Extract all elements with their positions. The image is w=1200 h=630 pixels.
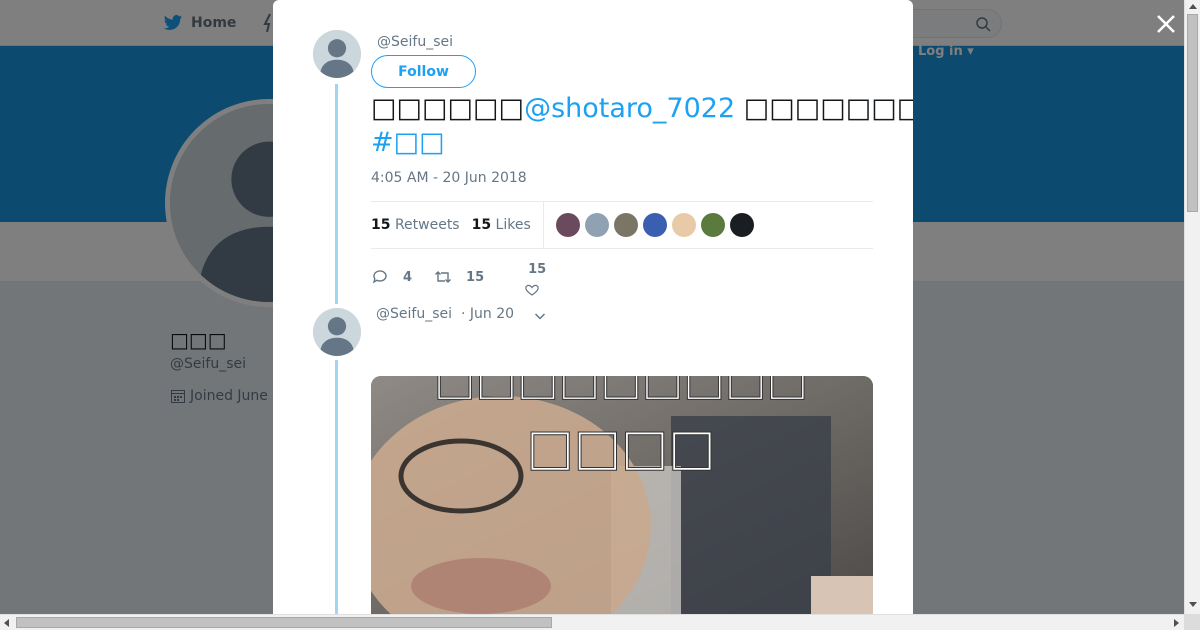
tweet-text-prefix: □□□□□□ xyxy=(371,93,525,124)
scroll-down-arrow-icon[interactable] xyxy=(1189,602,1197,607)
horizontal-scrollbar[interactable] xyxy=(0,614,1184,630)
tweet-stats: 15 Retweets 15 Likes xyxy=(371,201,873,249)
liker-avatar[interactable] xyxy=(700,213,725,237)
like-action[interactable]: 15 xyxy=(525,260,558,296)
retweet-icon xyxy=(435,271,452,283)
tweet-media-image[interactable]: □□□□□□□□□ □□□□ xyxy=(371,376,873,614)
chevron-down-icon[interactable] xyxy=(534,310,546,322)
thread-line xyxy=(335,360,338,614)
tweet-modal: @Seifu_sei Follow □□□□□□@shotaro_7022 □□… xyxy=(273,0,913,614)
hashtag-link[interactable]: #□□ xyxy=(371,127,445,158)
retweet-action[interactable]: 15 xyxy=(434,268,484,286)
stats-divider xyxy=(542,202,544,248)
scroll-left-arrow-icon[interactable] xyxy=(4,619,9,627)
likes-stat[interactable]: 15 Likes xyxy=(472,217,531,233)
vertical-scrollbar[interactable] xyxy=(1184,0,1200,614)
vertical-scroll-thumb[interactable] xyxy=(1187,14,1198,212)
tweet-author-avatar[interactable] xyxy=(313,30,361,78)
scroll-right-arrow-icon[interactable] xyxy=(1174,619,1179,627)
follow-button[interactable]: Follow xyxy=(371,55,476,88)
liker-avatar[interactable] xyxy=(729,213,754,237)
video-frame-image: □□□□□□□□□ □□□□ xyxy=(371,376,873,614)
tweet-author-handle[interactable]: @Seifu_sei xyxy=(377,34,453,50)
retweets-stat[interactable]: 15 Retweets xyxy=(371,217,460,233)
heart-icon xyxy=(525,284,539,296)
video-caption-top: □□□□□□□□□ xyxy=(434,376,808,405)
reply-icon xyxy=(372,270,387,284)
tweet-text-body: □□□□□□□□□□□□□□□□□□□□□□□□□□□□□□□□□□□□□□□□… xyxy=(743,93,913,124)
reply-action[interactable]: 4 xyxy=(371,268,412,286)
mention-link[interactable]: @shotaro_7022 xyxy=(524,93,735,124)
likes-label: Likes xyxy=(495,217,531,233)
liker-avatar[interactable] xyxy=(671,213,696,237)
default-avatar-icon xyxy=(313,30,361,78)
retweets-label: Retweets xyxy=(394,217,460,233)
reply-count: 4 xyxy=(403,269,413,285)
reply-author-avatar[interactable] xyxy=(313,308,361,356)
liker-avatar[interactable] xyxy=(613,213,638,237)
tweet-timestamp[interactable]: 4:05 AM - 20 Jun 2018 xyxy=(371,170,527,186)
like-count: 15 xyxy=(528,262,547,277)
horizontal-scroll-thumb[interactable] xyxy=(16,617,552,628)
liker-avatar[interactable] xyxy=(555,213,580,237)
liker-avatar[interactable] xyxy=(584,213,609,237)
retweet-count: 15 xyxy=(466,269,485,285)
liker-avatar[interactable] xyxy=(642,213,667,237)
reply-author-handle[interactable]: @Seifu_sei xyxy=(376,306,452,322)
liker-avatars xyxy=(555,213,754,237)
likes-count: 15 xyxy=(471,217,492,233)
thread-line xyxy=(335,84,338,304)
tweet-actions: 4 15 15 xyxy=(371,260,558,296)
video-caption-bottom: □□□□ xyxy=(527,418,716,476)
retweets-count: 15 xyxy=(371,217,391,233)
tweet-text: □□□□□□@shotaro_7022 □□□□□□□□□□□□□□□□□□□□… xyxy=(371,92,913,160)
default-avatar-icon xyxy=(313,308,361,356)
scrollbar-corner xyxy=(1184,614,1200,630)
reply-date[interactable]: · Jun 20 xyxy=(461,306,514,322)
close-icon[interactable] xyxy=(1154,12,1178,36)
scroll-up-arrow-icon[interactable] xyxy=(1189,4,1197,9)
